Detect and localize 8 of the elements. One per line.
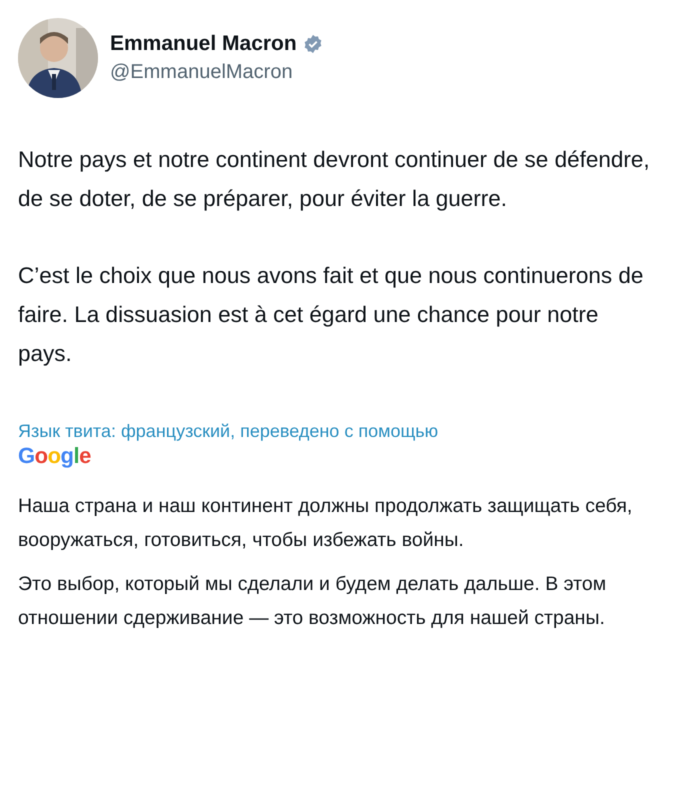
tweet-text: C’est le choix que nous avons fait et que nous continuerons de faire. La dissuasion est à cet égard une chance pour notre pays.: [18, 262, 644, 368]
tweet-text: Notre pays et notre continent devront continuer de se défendre, de se doter, de se préparer, pour éviter la guerre.: [18, 146, 651, 213]
translated-text: Наша страна и наш континент должны продолжать защищать себя, вооружаться, готовиться, чтобы избежать войны.: [18, 494, 634, 553]
translated-text: Это выбор, который мы сделали и будем делать дальше. В этом отношении сдерживание — это возможность для нашей страны.: [18, 572, 608, 631]
author-name: Emmanuel Macron: [110, 31, 297, 57]
translation-caption: Язык твита: французский, переведено с помощью: [18, 420, 440, 443]
google-logo: Google: [18, 443, 91, 469]
author-handle: @EmmanuelMacron: [110, 60, 294, 85]
